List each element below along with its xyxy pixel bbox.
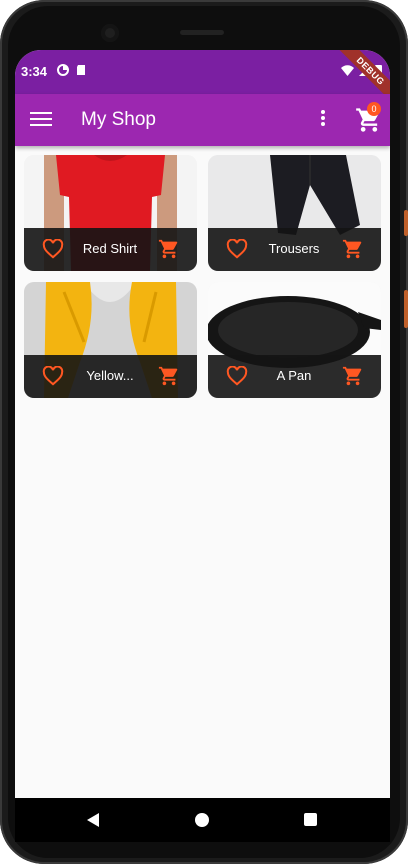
- add-to-cart-icon[interactable]: [342, 365, 364, 387]
- system-nav-bar: [15, 798, 390, 842]
- recents-icon[interactable]: [304, 813, 317, 826]
- app-bar: My Shop 0: [15, 94, 390, 146]
- status-notifications: [57, 64, 87, 76]
- status-time: 3:34: [21, 64, 48, 79]
- front-camera: [101, 24, 119, 42]
- product-name: Yellow...: [86, 368, 134, 383]
- add-to-cart-icon[interactable]: [158, 365, 180, 387]
- tile-footer: Trousers: [208, 228, 381, 271]
- favorite-icon[interactable]: [226, 366, 248, 386]
- add-to-cart-icon[interactable]: [342, 238, 364, 260]
- product-name: A Pan: [276, 368, 312, 383]
- power-button: [404, 290, 408, 328]
- status-bar: 3:34 DEBUG: [15, 50, 390, 103]
- favorite-icon[interactable]: [42, 366, 64, 386]
- favorite-icon[interactable]: [42, 239, 64, 259]
- more-options-icon[interactable]: [317, 108, 329, 132]
- data-saver-icon: [57, 64, 69, 76]
- product-name: Trousers: [268, 241, 320, 256]
- menu-icon[interactable]: [29, 108, 53, 132]
- favorite-icon[interactable]: [226, 239, 248, 259]
- product-tile[interactable]: Trousers: [208, 155, 381, 271]
- sd-card-icon: [77, 65, 85, 75]
- product-grid: Red Shirt Trousers Yellow... A Pan: [24, 155, 381, 398]
- product-tile[interactable]: Red Shirt: [24, 155, 197, 271]
- tile-footer: Yellow...: [24, 355, 197, 398]
- home-icon[interactable]: [195, 813, 209, 827]
- volume-button: [404, 210, 408, 236]
- add-to-cart-icon[interactable]: [158, 238, 180, 260]
- tile-footer: Red Shirt: [24, 228, 197, 271]
- back-icon[interactable]: [87, 813, 99, 827]
- wifi-icon: [341, 64, 354, 76]
- app-screen: 3:34 DEBUG My Shop 0 Red Shirt Trousers …: [15, 50, 390, 798]
- page-title: My Shop: [81, 109, 156, 130]
- cart-count-badge: 0: [367, 102, 381, 116]
- product-name: Red Shirt: [82, 241, 138, 256]
- tile-footer: A Pan: [208, 355, 381, 398]
- product-tile[interactable]: A Pan: [208, 282, 381, 398]
- earpiece-speaker: [180, 30, 224, 35]
- product-tile[interactable]: Yellow...: [24, 282, 197, 398]
